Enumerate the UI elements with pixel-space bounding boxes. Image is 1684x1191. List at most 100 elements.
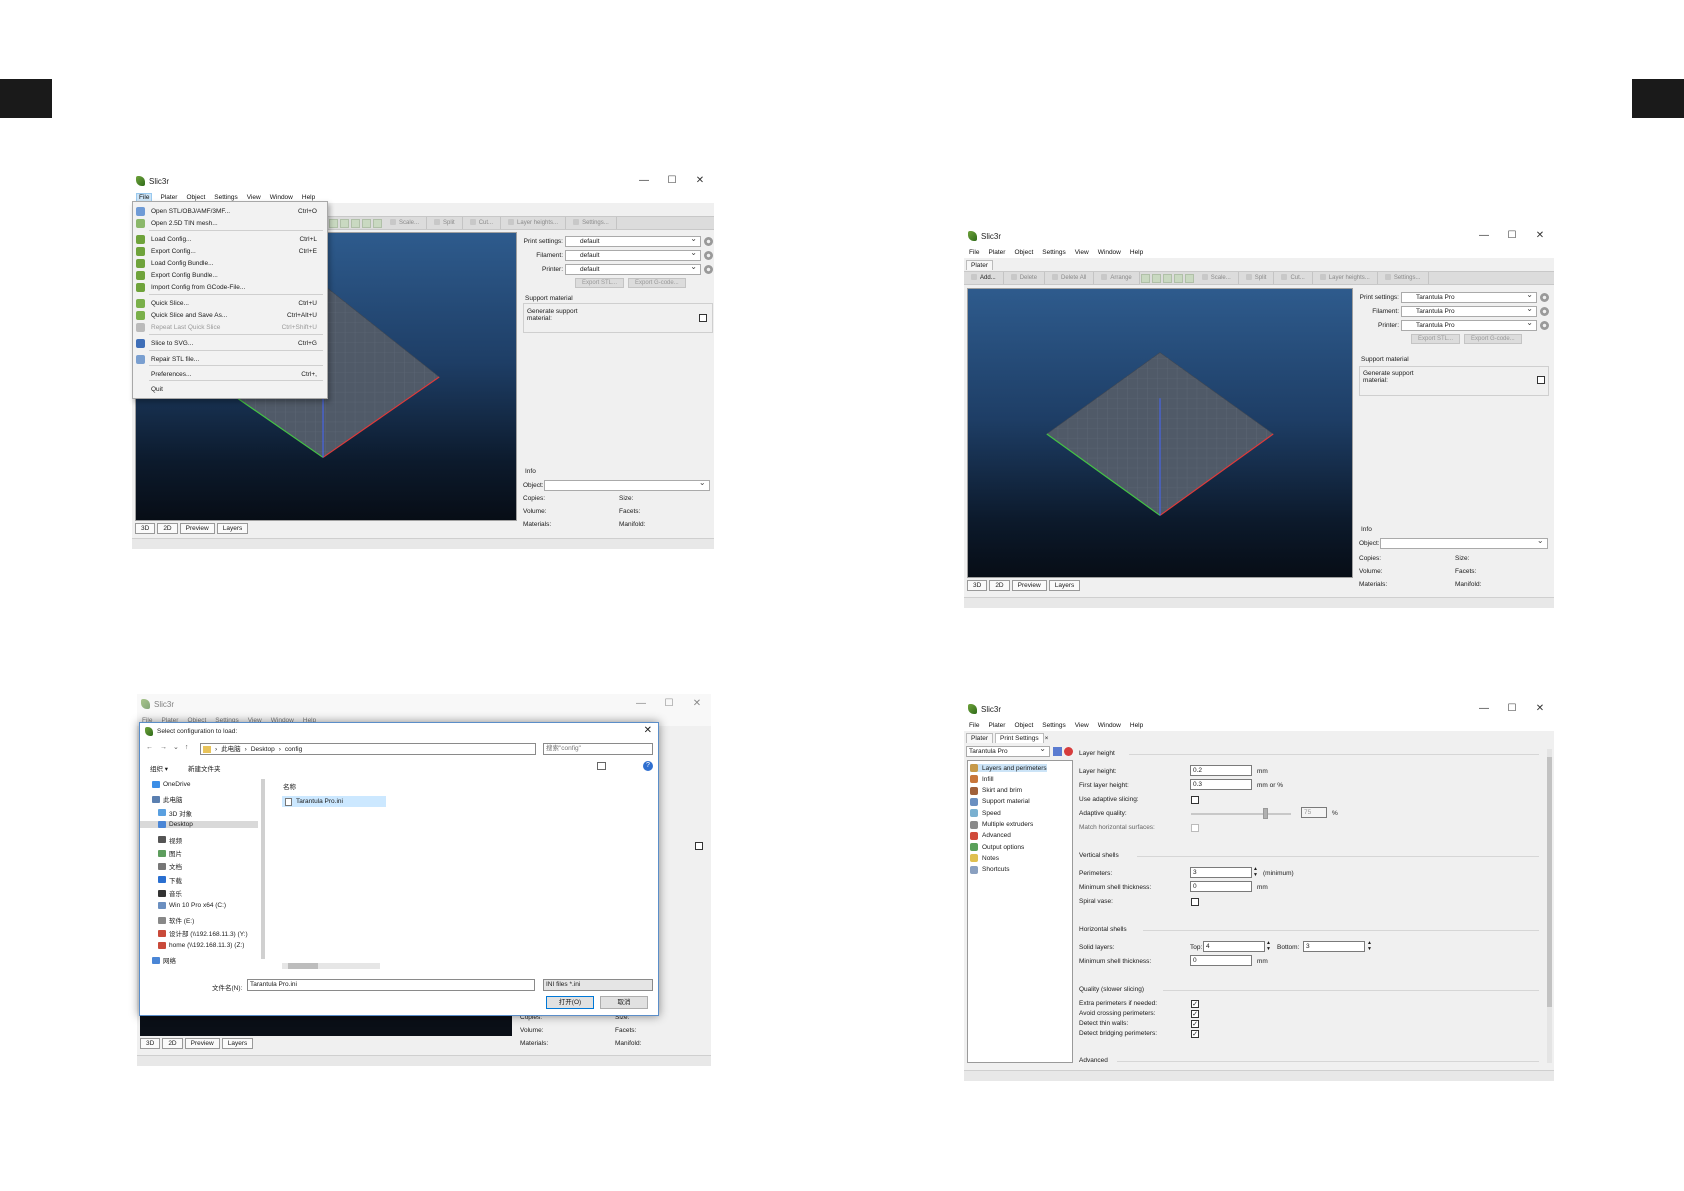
perimeters-input[interactable]: 3 <box>1190 867 1252 878</box>
organize-button[interactable]: 组织 ▾ <box>150 763 168 773</box>
add-button[interactable]: Add... <box>964 272 1004 284</box>
settings-tree-item[interactable]: Layers and perimeters <box>970 764 1047 772</box>
gear-icon[interactable] <box>1540 321 1549 330</box>
layer-heights-button[interactable]: Layer heights... <box>501 217 567 229</box>
bottom-stepper-icon[interactable]: ▲ ▼ <box>1367 940 1372 952</box>
menu-object[interactable]: Object <box>186 194 205 201</box>
nav-item[interactable]: 软件 (E:) <box>158 915 194 925</box>
settings-scrollbar[interactable] <box>1547 749 1552 1063</box>
nav-item[interactable]: 图片 <box>158 848 182 858</box>
file-menu-item[interactable]: Load Config Bundle... <box>133 257 327 269</box>
toolbar-icon[interactable] <box>1162 273 1172 283</box>
up-arrow-icon[interactable]: ↑ <box>185 744 189 751</box>
toolbar-icon[interactable] <box>1173 273 1183 283</box>
menu-help[interactable]: Help <box>1130 722 1143 729</box>
minimize-icon[interactable]: — <box>1470 226 1498 246</box>
file-menu-item[interactable]: Open STL/OBJ/AMF/3MF... Ctrl+O <box>133 205 327 217</box>
adaptive-quality-slider[interactable] <box>1191 813 1291 815</box>
nav-item[interactable]: 网络 <box>152 955 176 965</box>
preset-select[interactable]: Tarantula Pro <box>966 744 1050 757</box>
layer-heights-button[interactable]: Layer heights... <box>1313 272 1378 284</box>
print-settings-combo[interactable]: Tarantula Pro <box>1401 290 1537 303</box>
settings-tree-item[interactable]: Skirt and brim <box>970 786 1022 795</box>
close-icon[interactable]: ✕ <box>1526 226 1554 246</box>
nav-item[interactable]: 此电脑 <box>152 794 183 804</box>
printer-combo[interactable]: Tarantula Pro <box>1401 318 1537 331</box>
save-preset-icon[interactable] <box>1053 747 1062 756</box>
menu-object[interactable]: Object <box>1014 722 1033 729</box>
scale-button[interactable]: Scale... <box>1195 272 1239 284</box>
close-tab-icon[interactable]: × <box>1044 734 1053 743</box>
address-bar[interactable]: › 此电脑 › Desktop › config <box>200 743 536 755</box>
nav-item[interactable]: 音乐 <box>158 888 182 898</box>
delete-preset-icon[interactable] <box>1064 747 1073 756</box>
tab-print-settings[interactable]: Print Settings <box>994 733 1044 743</box>
nav-item[interactable]: OneDrive <box>152 781 190 788</box>
tab-2d[interactable]: 2D <box>989 580 1010 591</box>
cut-button[interactable]: Cut... <box>1274 272 1313 284</box>
gear-icon[interactable] <box>704 251 713 260</box>
maximize-icon[interactable]: ☐ <box>655 694 683 714</box>
menu-settings[interactable]: Settings <box>214 194 238 201</box>
menu-object[interactable]: Object <box>1014 249 1033 256</box>
forward-arrow-icon[interactable]: → <box>160 744 167 751</box>
toolbar-icon[interactable] <box>340 218 349 228</box>
filename-input[interactable]: Tarantula Pro.ini <box>247 979 535 991</box>
detect-thin-walls-checkbox[interactable] <box>1191 1020 1199 1028</box>
tab-plater[interactable]: Plater <box>966 733 993 743</box>
object-combo[interactable] <box>543 478 710 491</box>
nav-item[interactable]: 3D 对象 <box>158 808 192 818</box>
dropdown-arrow-icon[interactable]: ⌄ <box>173 743 179 751</box>
printer-combo[interactable]: default <box>565 262 701 275</box>
settings-tree-item[interactable]: Output options <box>970 843 1024 852</box>
perimeters-stepper-icon[interactable]: ▲ ▼ <box>1253 866 1258 878</box>
toolbar-icon[interactable] <box>1151 273 1161 283</box>
export-stl-button[interactable]: Export STL... <box>1411 334 1461 344</box>
generate-support-checkbox[interactable] <box>1537 376 1545 384</box>
file-item[interactable]: Tarantula Pro.ini <box>282 796 386 807</box>
nav-item[interactable]: home (\\192.168.11.3) (Z:) <box>158 941 244 949</box>
minimize-icon[interactable]: — <box>627 694 655 714</box>
toolbar-icon[interactable] <box>362 218 371 228</box>
min-shell-thickness-h-input[interactable]: 0 <box>1190 955 1252 966</box>
toolbar-icon[interactable] <box>329 218 338 228</box>
maximize-icon[interactable]: ☐ <box>658 171 686 191</box>
tab-3d[interactable]: 3D <box>140 1038 161 1049</box>
delete-all-button[interactable]: Delete All <box>1045 272 1095 284</box>
filament-combo[interactable]: Tarantula Pro <box>1401 304 1537 317</box>
tab-2d[interactable]: 2D <box>162 1038 183 1049</box>
file-menu-item[interactable]: Repair STL file... <box>133 353 327 365</box>
export-gcode-button[interactable]: Export G-code... <box>1464 334 1522 344</box>
file-menu-item[interactable]: Quit <box>133 383 327 395</box>
breadcrumb-config[interactable]: config <box>285 745 302 754</box>
menu-window[interactable]: Window <box>270 194 293 201</box>
delete-button[interactable]: Delete <box>1004 272 1046 284</box>
tab-layers[interactable]: Layers <box>1048 580 1081 591</box>
top-layers-input[interactable]: 4 <box>1203 941 1265 952</box>
settings-tree-item[interactable]: Shortcuts <box>970 865 1009 874</box>
close-icon[interactable]: ✕ <box>686 171 714 191</box>
generate-support-checkbox[interactable] <box>699 314 707 322</box>
extra-perimeters-checkbox[interactable] <box>1191 1000 1199 1008</box>
dialog-close-icon[interactable]: ✕ <box>644 725 652 736</box>
view-options-icon[interactable] <box>597 762 606 770</box>
menu-window[interactable]: Window <box>1098 722 1121 729</box>
file-menu-item[interactable]: Import Config from GCode-File... <box>133 281 327 293</box>
menu-view[interactable]: View <box>1075 722 1089 729</box>
spiral-vase-checkbox[interactable] <box>1191 898 1199 906</box>
nav-item[interactable]: 设计部 (\\192.168.11.3) (Y:) <box>158 928 248 938</box>
toolbar-icon[interactable] <box>373 218 382 228</box>
cancel-button[interactable]: 取消 <box>600 996 648 1009</box>
tab-preview[interactable]: Preview <box>1011 580 1047 591</box>
file-menu-item[interactable]: Open 2.5D TIN mesh... <box>133 217 327 229</box>
new-folder-button[interactable]: 新建文件夹 <box>188 763 221 773</box>
file-menu-item[interactable]: Export Config Bundle... <box>133 269 327 281</box>
column-header-name[interactable]: 名称 <box>283 781 296 791</box>
menu-view[interactable]: View <box>247 194 261 201</box>
export-gcode-button[interactable]: Export G-code... <box>628 278 686 288</box>
toolbar-icon[interactable] <box>1140 273 1150 283</box>
settings-tree-item[interactable]: Infill <box>970 775 994 784</box>
tab-3d[interactable]: 3D <box>135 523 156 534</box>
nav-item[interactable]: 视频 <box>158 835 182 845</box>
horizontal-scrollbar[interactable] <box>282 963 380 969</box>
